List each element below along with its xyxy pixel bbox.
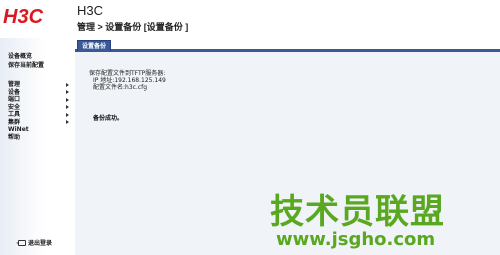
tab-backup-settings[interactable]: 设置备份 [77,40,112,51]
app-title: H3C [77,3,104,18]
sidebar-item-label: 安全 [8,103,21,111]
sidebar-item-label: 管理 [8,81,21,88]
chevron-right-icon [66,90,69,94]
chevron-right-icon [66,112,69,117]
chevron-right-icon [66,105,69,109]
chevron-right-icon [66,120,69,124]
logout-label: 退出登录 [28,240,53,247]
sidebar: H3C 设备概览 保存当前配置 管理 设备 端口 安全 工具 集群 WiNet … [0,0,75,255]
logo-area: H3C [0,0,75,38]
sidebar-item-label: WiNet [8,126,29,133]
chevron-right-icon [66,82,69,87]
sidebar-item-port[interactable]: 端口 [8,96,72,104]
sidebar-item-label: 帮助 [8,133,21,141]
sidebar-item-label: 集群 [8,118,21,126]
header: H3C 管理 > 设置备份 [设置备份 ] [75,0,500,38]
sidebar-item-label: 工具 [8,111,21,118]
tab-strip: 设置备份 [75,38,500,52]
sidebar-item-label: 设备 [8,88,21,96]
sidebar-item-management[interactable]: 管理 [8,81,72,89]
tftp-save-label: 保存配置文件到TFTP服务器: [89,70,166,77]
h3c-logo: H3C [3,6,44,28]
sidebar-item-help[interactable]: 帮助 [8,134,72,142]
logout-icon [16,239,26,246]
sidebar-quick-links: 设备概览 保存当前配置 [8,52,44,70]
backup-info: 保存配置文件到TFTP服务器: IP 地址:192.168.125.149 配置… [89,70,166,91]
breadcrumb: 管理 > 设置备份 [设置备份 ] [77,22,189,32]
sidebar-item-winet[interactable]: WiNet [8,126,72,134]
chevron-right-icon [66,97,69,102]
sidebar-menu: 管理 设备 端口 安全 工具 集群 WiNet 帮助 [8,81,72,141]
sidebar-item-cluster[interactable]: 集群 [8,119,72,127]
watermark-text: 技术员联盟 [270,192,445,232]
sidebar-item-device[interactable]: 设备 [8,89,72,97]
sidebar-item-tools[interactable]: 工具 [8,111,72,119]
sidebar-item-label: 端口 [8,96,21,103]
ip-address-text: IP 地址:192.168.125.149 [93,77,166,84]
sidebar-item-device-overview[interactable]: 设备概览 [8,52,44,61]
logout-button[interactable]: 退出登录 [16,238,53,247]
sidebar-item-security[interactable]: 安全 [8,104,72,112]
watermark-url: www.jsgho.com [276,229,436,250]
backup-status-message: 备份成功。 [93,115,124,122]
config-filename-text: 配置文件名:h3c.cfg [93,84,148,91]
sidebar-item-save-config[interactable]: 保存当前配置 [8,61,44,70]
